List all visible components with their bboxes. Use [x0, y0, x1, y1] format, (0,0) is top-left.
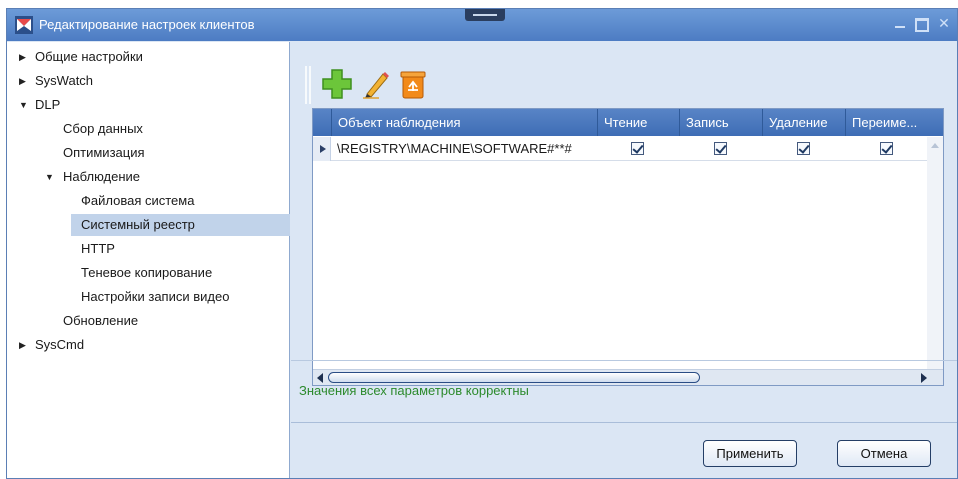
scroll-thumb[interactable]	[328, 372, 700, 383]
tree-item-file-system[interactable]: Файловая система	[7, 190, 290, 212]
cancel-button[interactable]: Отмена	[837, 440, 931, 467]
tree-item-label: SysCmd	[35, 337, 85, 352]
settings-panel: Объект наблюдения Чтение Запись Удаление…	[291, 42, 957, 478]
scroll-up-icon[interactable]	[931, 143, 939, 148]
tree-item-label: Системный реестр	[81, 217, 195, 232]
column-header-read[interactable]: Чтение	[597, 109, 679, 136]
expand-arrow-icon[interactable]: ▶	[19, 334, 29, 356]
window-title: Редактирование настроек клиентов	[39, 17, 255, 32]
tree-item-label: Оптимизация	[63, 145, 145, 160]
tree-item-registry[interactable]: Системный реестр	[71, 214, 290, 236]
delete-icon[interactable]	[393, 62, 433, 106]
row-selector-icon[interactable]	[313, 137, 331, 161]
expand-arrow-icon[interactable]: ▶	[19, 70, 29, 92]
vertical-scrollbar[interactable]	[927, 137, 943, 385]
grid-header: Объект наблюдения Чтение Запись Удаление…	[313, 109, 943, 136]
table-row[interactable]: \REGISTRY\MACHINE\SOFTWARE#**#	[313, 137, 943, 161]
app-icon	[15, 16, 33, 34]
tree-item-label: DLP	[35, 97, 61, 112]
scroll-right-icon[interactable]	[921, 373, 927, 383]
tree-item-video-settings[interactable]: Настройки записи видео	[7, 286, 290, 308]
tree-item-syswatch[interactable]: ▶ SysWatch	[7, 70, 290, 92]
close-icon[interactable]: ✕	[937, 15, 951, 31]
tree-item-label: HTTP	[81, 241, 115, 256]
tree-item-http[interactable]: HTTP	[7, 238, 290, 260]
add-icon[interactable]	[317, 62, 357, 106]
column-header-rename[interactable]: Переиме...	[845, 109, 927, 136]
column-header-object[interactable]: Объект наблюдения	[331, 109, 597, 136]
tree-item-label: SysWatch	[35, 73, 94, 88]
tree-item-label: Наблюдение	[63, 169, 141, 184]
write-checkbox[interactable]	[714, 142, 727, 155]
column-header-write[interactable]: Запись	[679, 109, 762, 136]
expand-arrow-icon[interactable]: ▶	[19, 46, 29, 68]
tree-item-label: Теневое копирование	[81, 265, 213, 280]
divider	[291, 422, 957, 423]
tree-item-update[interactable]: Обновление	[7, 310, 290, 332]
tree-item-data-collection[interactable]: Сбор данных	[7, 118, 290, 140]
tree-item-syscmd[interactable]: ▶ SysCmd	[7, 334, 290, 356]
tree-item-label: Сбор данных	[63, 121, 143, 136]
title-bar[interactable]: Редактирование настроек клиентов ✕	[7, 9, 957, 41]
tree-item-label: Общие настройки	[35, 49, 143, 64]
apply-button[interactable]: Применить	[703, 440, 797, 467]
object-cell[interactable]: \REGISTRY\MACHINE\SOFTWARE#**#	[337, 137, 572, 161]
maximize-icon[interactable]	[915, 15, 929, 31]
toolbar-grip	[305, 66, 311, 104]
toolbar	[305, 62, 485, 108]
tree-item-label: Обновление	[63, 313, 139, 328]
tree-item-monitoring[interactable]: ▼ Наблюдение	[7, 166, 290, 188]
divider	[291, 360, 957, 361]
scroll-left-icon[interactable]	[317, 373, 323, 383]
tree-item-shadow-copy[interactable]: Теневое копирование	[7, 262, 290, 284]
collapse-arrow-icon[interactable]: ▼	[45, 166, 55, 188]
read-checkbox[interactable]	[631, 142, 644, 155]
monitoring-grid: Объект наблюдения Чтение Запись Удаление…	[312, 108, 944, 386]
collapse-arrow-icon[interactable]: ▼	[19, 94, 29, 116]
column-header-delete[interactable]: Удаление	[762, 109, 845, 136]
rename-checkbox[interactable]	[880, 142, 893, 155]
tree-item-optimization[interactable]: Оптимизация	[7, 142, 290, 164]
delete-checkbox[interactable]	[797, 142, 810, 155]
tree-item-label: Настройки записи видео	[81, 289, 230, 304]
minimize-icon[interactable]	[893, 15, 907, 31]
edit-icon[interactable]	[355, 62, 395, 106]
tree-item-dlp[interactable]: ▼ DLP	[7, 94, 290, 116]
settings-tree: ▶ Общие настройки ▶ SysWatch ▼ DLP Сбор …	[7, 42, 290, 478]
settings-window: Редактирование настроек клиентов ✕ ▶ Общ…	[6, 8, 958, 479]
tree-item-label: Файловая система	[81, 193, 195, 208]
tree-item-general[interactable]: ▶ Общие настройки	[7, 46, 290, 68]
drag-grip-icon[interactable]	[465, 9, 505, 21]
validation-status: Значения всех параметров корректны	[299, 383, 529, 398]
